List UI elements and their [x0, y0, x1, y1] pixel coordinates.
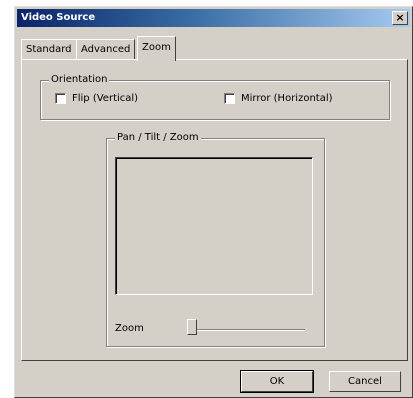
- pan-tilt-zoom-group: Pan / Tilt / Zoom Zoom: [106, 132, 325, 347]
- flip-vertical-checkbox[interactable]: Flip (Vertical): [55, 93, 138, 104]
- window-title: Video Source: [21, 12, 96, 23]
- zoom-slider-thumb[interactable]: [187, 319, 197, 335]
- tab-label: Advanced: [81, 44, 131, 55]
- zoom-tab-panel: Orientation Flip (Vertical) Mirror (Hori…: [21, 59, 408, 361]
- flip-label: Flip (Vertical): [72, 93, 139, 104]
- flip-checkbox-box[interactable]: [55, 93, 66, 104]
- ok-button[interactable]: OK: [240, 370, 314, 393]
- title-bar[interactable]: Video Source ×: [17, 9, 410, 27]
- pan-tilt-zoom-legend: Pan / Tilt / Zoom: [115, 132, 201, 143]
- close-button[interactable]: ×: [392, 11, 408, 25]
- zoom-slider-track[interactable]: [189, 329, 305, 331]
- tab-zoom[interactable]: Zoom: [137, 36, 176, 61]
- tab-advanced[interactable]: Advanced: [76, 39, 136, 59]
- cancel-button[interactable]: Cancel: [329, 371, 401, 392]
- mirror-checkbox-box[interactable]: [224, 93, 235, 104]
- tab-label: Standard: [26, 44, 72, 55]
- close-icon: ×: [395, 11, 405, 24]
- zoom-label: Zoom: [115, 323, 144, 334]
- tab-label: Zoom: [142, 42, 171, 53]
- video-preview-area[interactable]: [115, 157, 313, 295]
- mirror-horizontal-checkbox[interactable]: Mirror (Horizontal): [224, 93, 333, 104]
- mirror-label: Mirror (Horizontal): [241, 93, 333, 104]
- tab-standard[interactable]: Standard: [21, 39, 77, 59]
- orientation-legend: Orientation: [49, 74, 110, 85]
- video-source-dialog: Video Source × Standard Advanced Zoom Or…: [14, 6, 413, 398]
- orientation-group: Orientation Flip (Vertical) Mirror (Hori…: [40, 74, 390, 120]
